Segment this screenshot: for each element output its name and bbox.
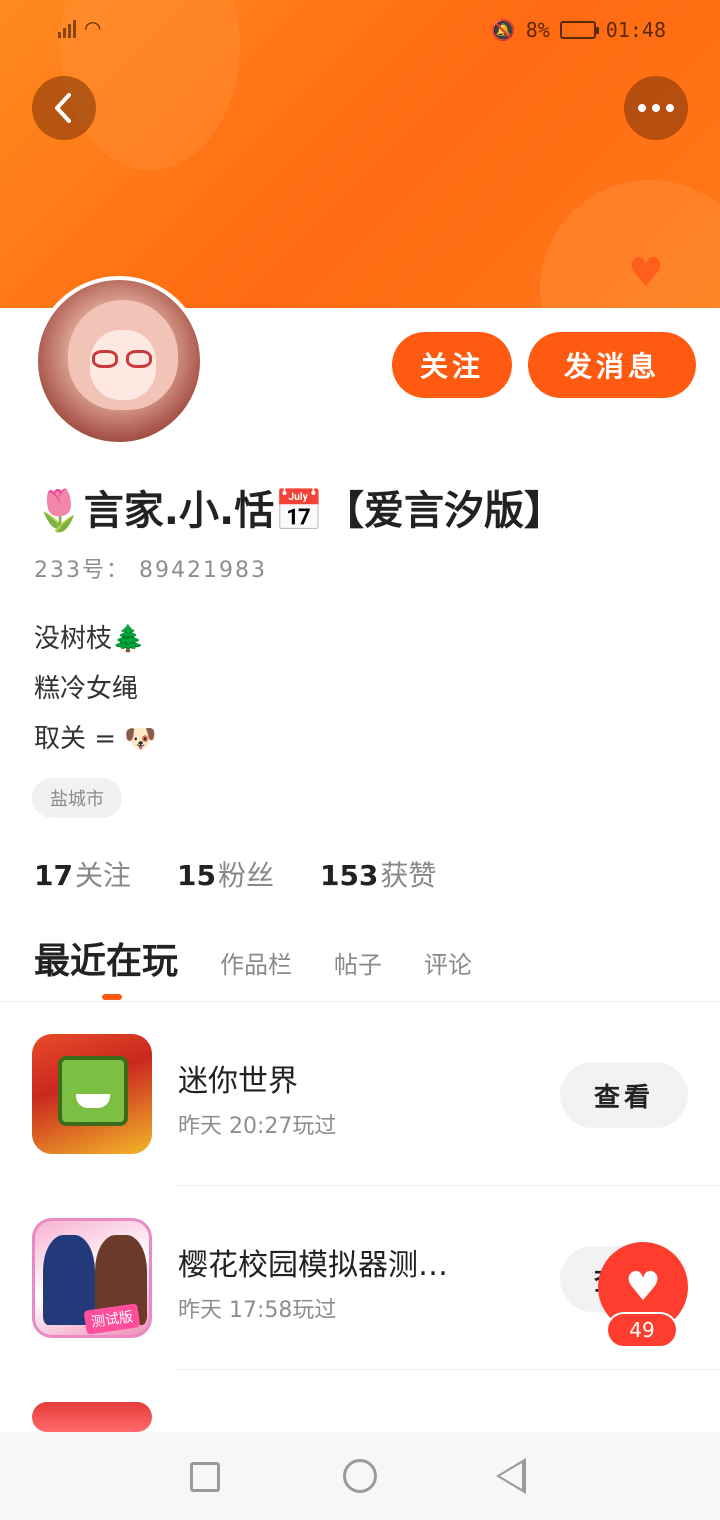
game-name: 迷你世界	[178, 1064, 298, 1099]
send-message-button[interactable]: 发消息	[528, 332, 696, 398]
avatar[interactable]	[34, 276, 204, 446]
stat-following[interactable]: 17关注	[34, 854, 131, 894]
chevron-left-icon	[55, 93, 71, 123]
stat-likes[interactable]: 153获赞	[320, 854, 436, 894]
tab-recent-played[interactable]: 最近在玩	[34, 932, 178, 984]
game-icon[interactable]	[32, 1402, 152, 1432]
game-name: 樱花校园模拟器测…	[178, 1248, 448, 1283]
stat-followers[interactable]: 15粉丝	[177, 854, 274, 894]
game-row[interactable]: 迷你世界 昨天 20:27玩过 查看	[0, 1002, 720, 1186]
clock: 01:48	[605, 18, 666, 42]
profile-tabs: 最近在玩 作品栏 帖子 评论	[34, 932, 472, 984]
game-icon[interactable]: 测试版	[32, 1218, 152, 1338]
bio-line: 没树枝🌲	[34, 624, 145, 654]
back-button[interactable]	[32, 76, 96, 140]
more-button[interactable]	[624, 76, 688, 140]
system-nav-bar	[0, 1432, 720, 1520]
heart-icon: ♥	[625, 1264, 661, 1310]
user-bio: 没树枝🌲 糕冷女绳 取关 = 🐶	[34, 614, 157, 764]
stats-row: 17关注 15粉丝 153获赞	[34, 854, 436, 894]
more-dots-icon	[638, 104, 674, 112]
signal-icon	[58, 18, 76, 38]
user-id: 233号： 89421983	[34, 552, 267, 584]
heart-icon: ♥	[628, 250, 664, 296]
battery-percent: 8%	[525, 18, 550, 42]
location-tag: 盐城市	[32, 778, 122, 818]
home-icon[interactable]	[343, 1459, 377, 1493]
status-bar: ◠ 🔕 8% 01:48	[0, 0, 720, 62]
user-id-label: 233号：	[34, 558, 130, 583]
back-icon[interactable]	[496, 1458, 526, 1494]
like-count: 49	[606, 1312, 678, 1348]
follow-button[interactable]: 关注	[392, 332, 512, 398]
game-last-played: 昨天 20:27玩过	[178, 1114, 337, 1139]
tab-comments[interactable]: 评论	[424, 945, 472, 980]
recent-apps-icon[interactable]	[190, 1462, 220, 1492]
game-last-played: 昨天 17:58玩过	[178, 1298, 337, 1323]
tab-posts[interactable]: 帖子	[334, 945, 382, 980]
tab-works[interactable]: 作品栏	[220, 945, 292, 980]
mute-icon: 🔕	[490, 18, 516, 42]
user-id-value: 89421983	[139, 558, 267, 583]
wifi-icon: ◠	[84, 16, 102, 40]
battery-icon	[559, 21, 599, 39]
active-tab-indicator	[102, 994, 122, 1000]
bio-line: 取关 = 🐶	[34, 724, 157, 754]
view-game-button[interactable]: 查看	[560, 1062, 688, 1128]
bio-line: 糕冷女绳	[34, 674, 139, 704]
game-icon[interactable]	[32, 1034, 152, 1154]
user-nickname: 🌷言家.小.恬📅【爱言汐版】	[34, 488, 564, 534]
